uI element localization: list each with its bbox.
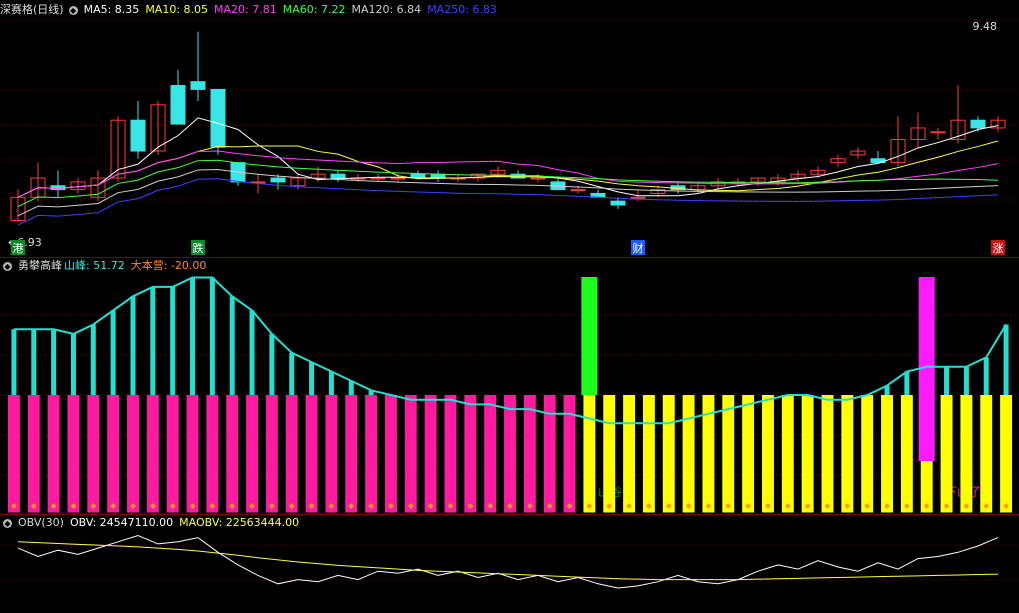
base-bar xyxy=(900,395,913,513)
base-bar xyxy=(781,395,794,513)
base-bar xyxy=(365,395,378,513)
peak-bar xyxy=(328,371,334,395)
peak-bar xyxy=(348,380,354,395)
base-bar xyxy=(881,395,893,513)
base-bar xyxy=(801,395,814,513)
base-bar xyxy=(384,395,397,513)
peak-bar xyxy=(963,366,969,395)
candle-body xyxy=(930,131,946,134)
candle-body xyxy=(530,177,546,180)
peak-bar xyxy=(249,310,255,395)
event-marker-0: 港 xyxy=(13,242,24,255)
base-bar xyxy=(444,395,457,513)
ma-line-80 xyxy=(17,178,999,226)
base-bar xyxy=(861,395,874,513)
base-bar xyxy=(265,395,278,513)
candle-body xyxy=(610,200,626,206)
valley-signal-bar xyxy=(581,277,598,395)
peak-bar xyxy=(31,329,37,395)
stock-chart-canvas[interactable]: 港跌财涨 xyxy=(0,0,1019,613)
peak-bar xyxy=(229,296,235,395)
peak-bar xyxy=(904,371,910,395)
base-bar xyxy=(623,395,636,513)
candle-body xyxy=(570,189,586,192)
base-bar xyxy=(107,395,120,513)
base-bar xyxy=(424,395,437,513)
base-bar xyxy=(1000,395,1013,513)
base-bar xyxy=(206,395,219,513)
base-bar xyxy=(642,395,655,513)
obv-line-maobv xyxy=(17,541,999,581)
candle-body xyxy=(130,119,146,152)
peak-bar xyxy=(269,333,275,395)
base-bar xyxy=(246,395,258,513)
event-marker-9: 跌 xyxy=(193,241,204,255)
base-bar xyxy=(742,395,755,513)
base-bar xyxy=(127,395,139,513)
candle-body xyxy=(630,196,646,199)
base-bar xyxy=(960,395,973,513)
candle-body xyxy=(970,119,986,129)
peak-bar xyxy=(70,333,76,395)
base-bar xyxy=(603,395,616,513)
peak-bar xyxy=(51,329,57,395)
base-bar xyxy=(722,395,735,513)
event-marker-31: 财 xyxy=(633,241,644,255)
peak-bar xyxy=(11,329,17,395)
peak-bar xyxy=(209,277,215,395)
base-bar xyxy=(563,395,576,513)
event-marker-49: 涨 xyxy=(993,242,1004,255)
peak-bar xyxy=(90,324,96,395)
peak-bar xyxy=(190,277,196,395)
peak-bar xyxy=(150,286,156,395)
base-bar xyxy=(682,395,695,513)
base-bar xyxy=(166,395,179,513)
base-bar xyxy=(146,395,159,513)
base-bar xyxy=(980,395,993,513)
base-bar xyxy=(504,395,516,513)
base-bar xyxy=(464,395,477,513)
peak-bar xyxy=(309,362,315,395)
base-bar xyxy=(583,395,596,513)
base-bar xyxy=(87,395,100,513)
base-bar xyxy=(325,395,338,513)
base-bar xyxy=(305,395,318,513)
candle-body xyxy=(330,173,346,179)
base-bar xyxy=(940,395,953,513)
peak-bar xyxy=(130,296,136,395)
peak-bar xyxy=(944,366,950,395)
candle-body xyxy=(170,85,186,125)
peak-bar xyxy=(170,286,176,395)
peak-bar xyxy=(110,310,116,395)
base-bar xyxy=(186,395,199,513)
base-bar xyxy=(345,395,358,513)
candle-body xyxy=(190,81,206,90)
ma-line-20 xyxy=(17,150,999,198)
base-bar xyxy=(841,395,854,513)
base-bar xyxy=(27,395,40,513)
base-bar xyxy=(762,395,774,513)
base-bar xyxy=(67,395,80,513)
peak-bar xyxy=(289,352,295,395)
base-bar xyxy=(662,395,675,513)
candle-body xyxy=(390,177,406,180)
base-bar xyxy=(484,395,497,513)
base-bar xyxy=(285,395,298,513)
base-bar xyxy=(7,395,20,513)
peak-bar xyxy=(983,357,989,395)
base-bar xyxy=(821,395,834,513)
candle-body xyxy=(210,88,226,148)
base-bar xyxy=(523,395,536,513)
candle-body xyxy=(270,177,286,183)
peak-bar xyxy=(1003,324,1009,395)
base-bar xyxy=(226,395,239,513)
base-bar xyxy=(47,395,60,513)
base-bar xyxy=(404,395,417,513)
candle-body xyxy=(370,177,386,180)
